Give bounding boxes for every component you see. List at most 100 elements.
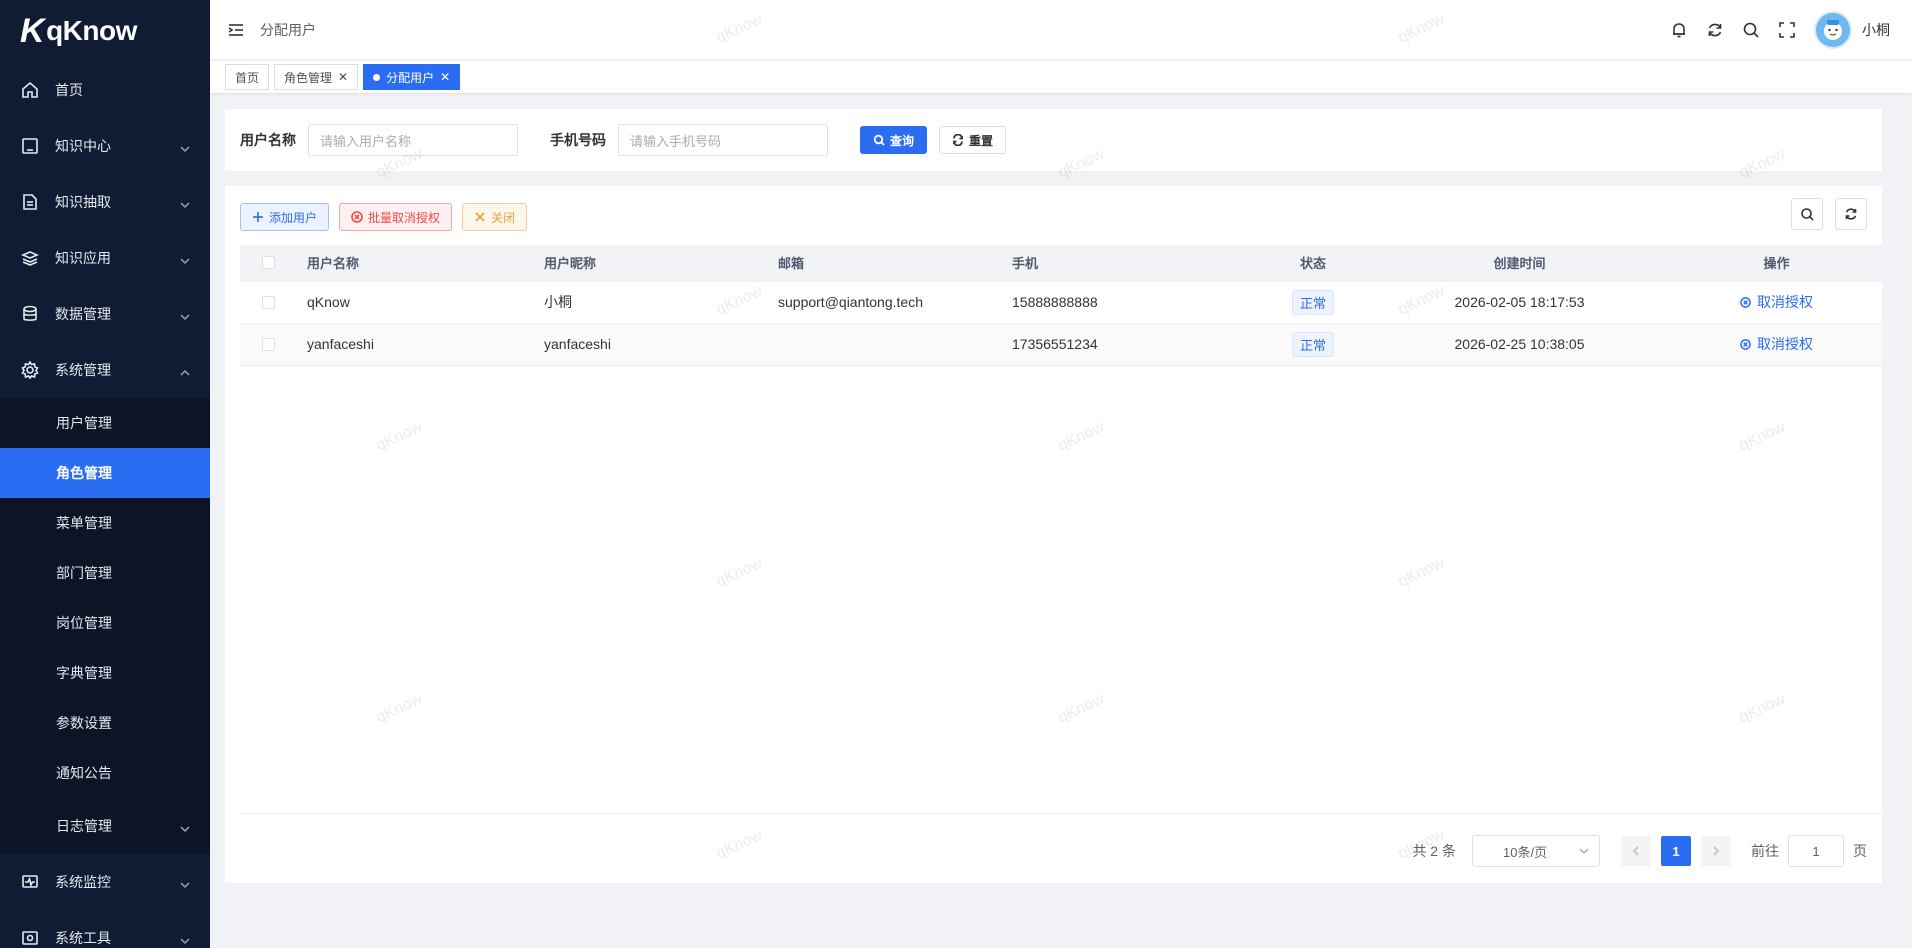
cell-email: support@qiantong.tech [778, 281, 1012, 324]
sidebar-item-system-tools[interactable]: 系统工具 [0, 910, 210, 948]
search-icon [1801, 208, 1814, 221]
col-status: 状态 [1258, 245, 1368, 282]
reset-button[interactable]: 重置 [939, 126, 1007, 154]
username-label: 用户名称 [240, 132, 296, 148]
sidebar-item-data-management[interactable]: 数据管理 [0, 286, 210, 342]
revoke-auth-link[interactable]: 取消授权 [1740, 334, 1813, 354]
sidebar-item-knowledge-extract[interactable]: 知识抽取 [0, 174, 210, 230]
subitem-label: 部门管理 [56, 565, 112, 581]
tag-role-management[interactable]: 角色管理 ✕ [274, 64, 359, 90]
cell-status: 正常 [1258, 281, 1368, 324]
table-row: qKnow 小桐 support@qiantong.tech 158888888… [240, 281, 1882, 324]
app-logo[interactable]: K qKnow [0, 0, 210, 62]
home-icon [20, 80, 40, 100]
chevron-down-icon [180, 821, 190, 833]
search-icon [873, 134, 885, 146]
table-divider [240, 813, 1882, 814]
close-icon[interactable]: ✕ [440, 70, 450, 84]
query-button[interactable]: 查询 [860, 126, 928, 154]
sidebar-item-knowledge-center[interactable]: 知识中心 [0, 118, 210, 174]
subitem-label: 菜单管理 [56, 515, 112, 531]
cell-nickname: yanfaceshi [544, 323, 778, 366]
sidebar-item-system-management[interactable]: 系统管理 [0, 342, 210, 398]
row-select-cell [240, 281, 307, 324]
sidebar-item-label: 知识应用 [55, 250, 111, 266]
chevron-down-icon [180, 309, 190, 321]
subitem-label: 日志管理 [56, 818, 112, 834]
refresh-icon[interactable] [1704, 19, 1726, 41]
batch-revoke-button[interactable]: 批量取消授权 [339, 203, 453, 231]
plus-icon [253, 212, 263, 222]
cell-nickname: 小桐 [544, 281, 778, 324]
page-number-current[interactable]: 1 [1661, 836, 1691, 866]
gear-icon [20, 360, 40, 380]
fullscreen-icon[interactable] [1776, 19, 1798, 41]
cell-created: 2026-02-25 10:38:05 [1368, 323, 1671, 366]
sidebar-subitem-logs[interactable]: 日志管理 [0, 798, 210, 854]
bell-icon[interactable] [1668, 19, 1690, 41]
avatar[interactable] [1814, 11, 1852, 49]
cell-status: 正常 [1258, 323, 1368, 366]
sidebar-subitem-params[interactable]: 参数设置 [0, 698, 210, 748]
search-icon[interactable] [1740, 19, 1762, 41]
sidebar-item-label: 系统监控 [55, 874, 111, 890]
subitem-label: 字典管理 [56, 665, 112, 681]
sidebar-subitem-menu-management[interactable]: 菜单管理 [0, 498, 210, 548]
sidebar-item-label: 系统工具 [55, 930, 111, 946]
logo-mark: K [20, 11, 45, 50]
cell-phone: 15888888888 [1012, 281, 1258, 324]
close-label: 关闭 [491, 210, 516, 225]
query-button-label: 查询 [890, 133, 915, 148]
sidebar-item-home[interactable]: 首页 [0, 62, 210, 118]
collapse-menu-icon[interactable] [226, 20, 246, 40]
table-toolbar: 添加用户 批量取消授权 关闭 [240, 203, 537, 231]
refresh-icon [1845, 208, 1857, 220]
select-all-checkbox[interactable] [262, 256, 275, 270]
tag-home[interactable]: 首页 [225, 64, 270, 90]
chevron-right-icon [1713, 846, 1720, 856]
subitem-label: 通知公告 [56, 765, 112, 781]
refresh-table-button[interactable] [1835, 198, 1867, 230]
phone-search-input[interactable]: 请输入手机号码 [618, 124, 828, 156]
pagination-total: 共 2 条 [1412, 843, 1456, 859]
sidebar-item-label: 知识抽取 [55, 194, 111, 210]
tag-label: 分配用户 [386, 70, 435, 85]
tag-assign-users[interactable]: 分配用户 ✕ [363, 64, 461, 90]
goto-page-input[interactable]: 1 [1788, 835, 1844, 867]
sidebar-subitem-post-management[interactable]: 岗位管理 [0, 598, 210, 648]
row-checkbox[interactable] [262, 337, 275, 351]
close-button[interactable]: 关闭 [462, 203, 528, 231]
col-email: 邮箱 [778, 245, 1012, 282]
tags-view: 首页 角色管理 ✕ 分配用户 ✕ [210, 61, 1912, 93]
top-header: 分配用户 小桐 [210, 0, 1912, 60]
close-icon[interactable]: ✕ [338, 70, 348, 84]
revoke-auth-link[interactable]: 取消授权 [1740, 292, 1813, 312]
sidebar-subitem-dict-management[interactable]: 字典管理 [0, 648, 210, 698]
prev-page-button[interactable] [1621, 836, 1651, 866]
cell-action: 取消授权 [1671, 281, 1882, 324]
subitem-label: 岗位管理 [56, 615, 112, 631]
circle-close-icon [351, 211, 363, 223]
username[interactable]: 小桐 [1862, 20, 1890, 40]
next-page-button[interactable] [1701, 836, 1731, 866]
chevron-down-icon [1579, 848, 1589, 855]
toggle-search-button[interactable] [1791, 198, 1823, 230]
logo-text: qKnow [46, 15, 137, 46]
batch-revoke-label: 批量取消授权 [368, 210, 441, 225]
page-size-select[interactable]: 10条/页 [1472, 835, 1600, 867]
search-form: 用户名称 请输入用户名称 手机号码 请输入手机号码 查询 重置 [225, 109, 1882, 171]
row-checkbox[interactable] [262, 295, 275, 309]
sidebar-item-system-monitor[interactable]: 系统监控 [0, 854, 210, 910]
add-user-button[interactable]: 添加用户 [240, 203, 330, 231]
sidebar-item-knowledge-app[interactable]: 知识应用 [0, 230, 210, 286]
username-search-input[interactable]: 请输入用户名称 [308, 124, 518, 156]
book-icon [20, 136, 40, 156]
goto-label: 前往 [1751, 843, 1779, 859]
sidebar-item-label: 系统管理 [55, 362, 111, 378]
chevron-down-icon [180, 253, 190, 265]
sidebar-subitem-dept-management[interactable]: 部门管理 [0, 548, 210, 598]
header-actions: 小桐 [1654, 0, 1890, 60]
sidebar-subitem-user-management[interactable]: 用户管理 [0, 398, 210, 448]
sidebar-subitem-role-management[interactable]: 角色管理 [0, 448, 210, 498]
sidebar-subitem-notice[interactable]: 通知公告 [0, 748, 210, 798]
